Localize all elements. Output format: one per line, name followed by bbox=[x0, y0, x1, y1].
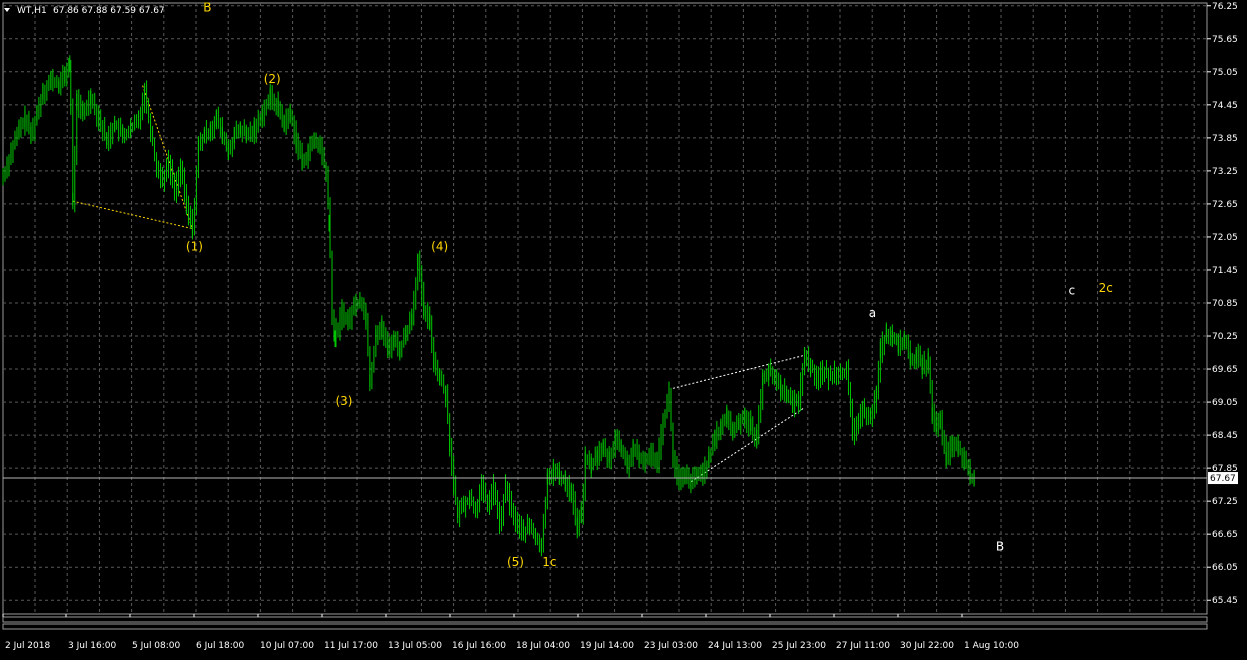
x-tick-label: 16 Jul 16:00 bbox=[452, 641, 506, 651]
x-tick-label: 6 Jul 18:00 bbox=[196, 641, 245, 651]
y-tick-label: 73.25 bbox=[1212, 167, 1238, 177]
y-tick-label: 72.05 bbox=[1212, 233, 1238, 243]
current-price-label: 67.67 bbox=[1210, 474, 1236, 484]
x-tick-label: 24 Jul 13:00 bbox=[708, 641, 762, 651]
x-tick-label: 3 Jul 16:00 bbox=[68, 641, 117, 651]
x-tick-label: 5 Jul 08:00 bbox=[132, 641, 181, 651]
y-tick-label: 71.45 bbox=[1212, 266, 1238, 276]
wave-label: a bbox=[869, 306, 876, 320]
x-tick-label: 25 Jul 23:00 bbox=[772, 641, 826, 651]
y-tick-label: 70.85 bbox=[1212, 299, 1238, 309]
x-tick-label: 23 Jul 03:00 bbox=[644, 641, 698, 651]
y-tick-label: 68.45 bbox=[1212, 431, 1238, 441]
y-tick-label: 66.65 bbox=[1212, 530, 1238, 540]
y-tick-label: 67.25 bbox=[1212, 497, 1238, 507]
wave-label: (4) bbox=[431, 240, 448, 254]
y-tick-label: 75.05 bbox=[1212, 68, 1238, 78]
x-tick-label: 10 Jul 07:00 bbox=[260, 641, 314, 651]
x-tick-label: 18 Jul 04:00 bbox=[516, 641, 570, 651]
price-chart[interactable]: B (2) (1) (4) (3) (5) 1c a c 2c B 76.25 75.65 75.05 7… bbox=[0, 0, 1247, 656]
wave-label: (2) bbox=[264, 72, 281, 86]
y-tick-label: 69.65 bbox=[1212, 365, 1238, 375]
x-tick-label: 13 Jul 05:00 bbox=[388, 641, 442, 651]
symbol-label: WT,H1 bbox=[17, 6, 47, 16]
ohlc-label: 67.86 67.88 67.59 67.67 bbox=[53, 6, 165, 16]
y-tick-label: 73.85 bbox=[1212, 134, 1238, 144]
x-tick-label: 19 Jul 14:00 bbox=[580, 641, 634, 651]
chart-canvas[interactable]: B (2) (1) (4) (3) (5) 1c a c 2c B 76.25 75.65 75.05 7… bbox=[0, 0, 1247, 656]
x-tick-label: 30 Jul 22:00 bbox=[900, 641, 954, 651]
wave-label: (3) bbox=[335, 394, 352, 408]
wave-label: (1) bbox=[186, 240, 203, 254]
wave-label: 2c bbox=[1099, 281, 1113, 295]
y-tick-label: 74.45 bbox=[1212, 101, 1238, 111]
wave-label: B bbox=[996, 540, 1004, 554]
y-tick-label: 72.65 bbox=[1212, 200, 1238, 210]
y-tick-label: 75.65 bbox=[1212, 35, 1238, 45]
x-tick-label: 1 Aug 10:00 bbox=[964, 641, 1019, 651]
x-tick-label: 27 Jul 11:00 bbox=[836, 641, 890, 651]
y-tick-label: 65.45 bbox=[1212, 596, 1238, 606]
y-tick-label: 69.05 bbox=[1212, 398, 1238, 408]
x-tick-label: 2 Jul 2018 bbox=[5, 641, 50, 651]
y-tick-label: 66.05 bbox=[1212, 563, 1238, 573]
y-tick-label: 76.25 bbox=[1212, 2, 1238, 12]
wave-label: 1c bbox=[542, 555, 556, 569]
y-tick-label: 70.25 bbox=[1212, 332, 1238, 342]
x-tick-label: 11 Jul 17:00 bbox=[324, 641, 378, 651]
chart-header: WT,H1 67.86 67.88 67.59 67.67 bbox=[4, 6, 165, 16]
wave-label: B bbox=[203, 0, 211, 14]
wave-label: c bbox=[1068, 284, 1075, 298]
wave-label: (5) bbox=[507, 555, 524, 569]
chart-background bbox=[0, 0, 1247, 656]
